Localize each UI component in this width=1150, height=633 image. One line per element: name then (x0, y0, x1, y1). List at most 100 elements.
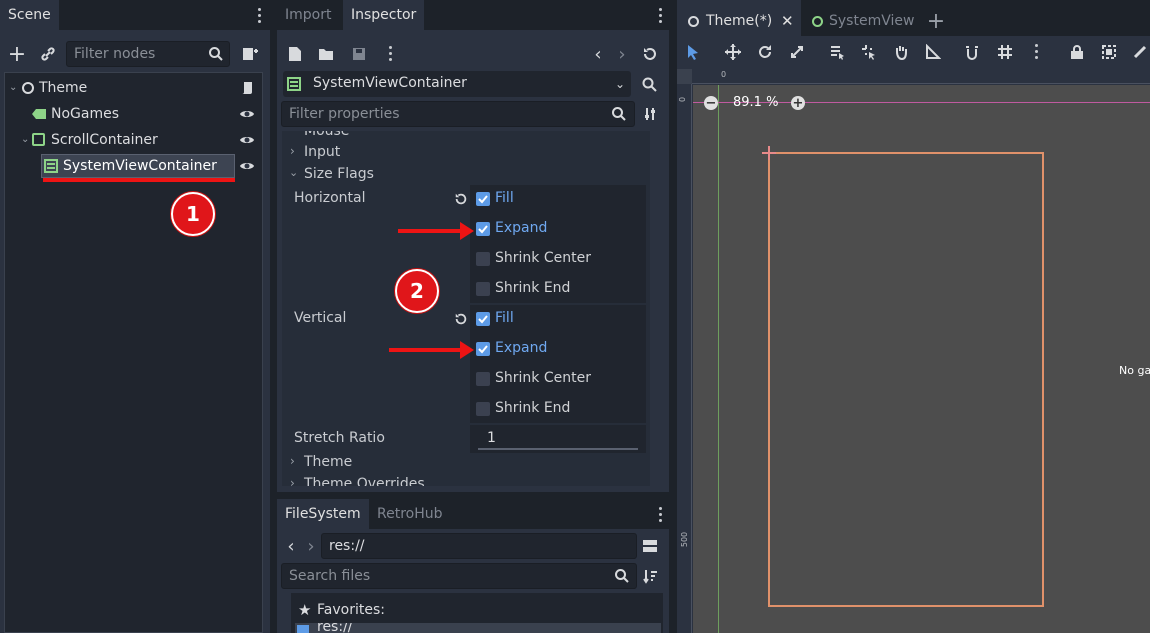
horizontal-shrink-center-checkbox[interactable] (476, 252, 490, 266)
tree-item-systemviewcontainer[interactable]: SystemViewContainer (63, 153, 217, 179)
tab-systemview-scene[interactable]: SystemView (801, 0, 921, 36)
tab-import[interactable]: Import (277, 0, 339, 30)
vertical-shrink-end-checkbox[interactable] (476, 402, 490, 416)
script-icon[interactable] (238, 79, 256, 97)
history-icon[interactable] (641, 45, 659, 63)
stretch-ratio-label: Stretch Ratio (294, 430, 385, 446)
pivot-handle-icon[interactable] (762, 146, 776, 160)
grid-snap-icon[interactable] (993, 40, 1017, 64)
tab-retrohub[interactable]: RetroHub (369, 499, 451, 529)
move-tool-icon[interactable] (721, 40, 745, 64)
new-resource-icon[interactable] (287, 45, 303, 63)
property-tools-icon[interactable] (641, 104, 661, 124)
scroll-collapse-icon[interactable]: ⌄ (21, 134, 29, 145)
layout-toggle-icon[interactable] (640, 536, 660, 556)
smart-snap-icon[interactable] (961, 40, 985, 64)
vertical-fill-label[interactable]: Fill (495, 310, 514, 326)
favorites-label: Favorites: (317, 602, 385, 618)
annotation-arrow (398, 222, 474, 240)
tab-filesystem[interactable]: FileSystem (277, 499, 369, 529)
tree-item-theme[interactable]: Theme (39, 75, 87, 101)
section-theme-overrides[interactable]: Theme Overrides (304, 476, 425, 486)
annotation-arrow (389, 341, 474, 359)
list-select-icon[interactable] (825, 40, 849, 64)
label-node-icon (32, 108, 46, 124)
property-list: Mouse Input Size Flags › ⌄ Horizontal Fi… (282, 131, 650, 486)
visibility-eye-icon[interactable] (239, 132, 255, 148)
zoom-in-button[interactable]: + (791, 96, 805, 110)
search-icon (207, 45, 225, 63)
close-icon[interactable]: ✕ (781, 0, 794, 42)
stretch-ratio-value[interactable]: 1 (487, 430, 496, 446)
horizontal-shrink-center-label[interactable]: Shrink Center (495, 250, 591, 266)
horizontal-fill-label[interactable]: Fill (495, 190, 514, 206)
vertical-shrink-center-checkbox[interactable] (476, 372, 490, 386)
theme-collapse-icon[interactable]: ⌄ (9, 82, 17, 93)
section-mouse[interactable]: Mouse (304, 131, 349, 139)
vertical-shrink-center-label[interactable]: Shrink Center (495, 370, 591, 386)
ruler-tool-icon[interactable] (921, 40, 945, 64)
rotate-tool-icon[interactable] (753, 40, 777, 64)
filesystem-menu-icon[interactable] (659, 507, 663, 523)
zoom-out-button[interactable]: − (704, 96, 718, 110)
chevron-down-icon[interactable]: ⌄ (613, 76, 627, 92)
horizontal-expand-label[interactable]: Expand (495, 220, 547, 236)
filter-nodes-input[interactable]: Filter nodes (66, 41, 230, 67)
vertical-expand-checkbox[interactable] (476, 342, 490, 356)
save-icon[interactable] (350, 45, 368, 63)
vertical-expand-label[interactable]: Expand (495, 340, 547, 356)
visibility-eye-icon[interactable] (239, 158, 255, 174)
tab-scene[interactable]: Scene (0, 0, 59, 30)
vertical-fill-checkbox[interactable] (476, 312, 490, 326)
inspector-tools-menu-icon[interactable] (389, 46, 393, 62)
vertical-label: Vertical (294, 310, 347, 326)
pivot-tool-icon[interactable] (857, 40, 881, 64)
horizontal-fill-checkbox[interactable] (476, 192, 490, 206)
stretch-ratio-slider[interactable] (478, 448, 638, 450)
forward-icon[interactable]: › (305, 536, 317, 557)
path-input[interactable]: res:// (321, 533, 637, 559)
filter-properties-input[interactable]: Filter properties (281, 101, 635, 127)
horizontal-expand-checkbox[interactable] (476, 222, 490, 236)
group-icon[interactable] (1097, 40, 1121, 64)
history-back-icon[interactable]: ‹ (591, 44, 605, 65)
search-files-input[interactable]: Search files (281, 563, 637, 589)
selected-node-outline[interactable] (768, 152, 1044, 607)
zoom-level[interactable]: 89.1 % (733, 95, 778, 110)
inspector-tabbar: Import Inspector (277, 0, 669, 30)
instance-scene-icon[interactable] (240, 44, 260, 64)
visibility-eye-icon[interactable] (239, 106, 255, 122)
tree-item-nogames[interactable]: NoGames (51, 101, 119, 127)
section-input[interactable]: Input (304, 144, 340, 160)
select-tool-icon[interactable] (681, 40, 705, 64)
history-forward-icon[interactable]: › (615, 44, 629, 65)
res-folder-label: res:// (317, 623, 353, 633)
horizontal-shrink-end-checkbox[interactable] (476, 282, 490, 296)
link-icon[interactable] (38, 44, 58, 64)
vertical-shrink-end-label[interactable]: Shrink End (495, 400, 570, 416)
tab-inspector[interactable]: Inspector (343, 0, 425, 30)
canvas-viewport[interactable]: − 89.1 % + No ga (693, 85, 1150, 633)
control-circle-icon (22, 82, 34, 94)
scale-tool-icon[interactable] (785, 40, 809, 64)
open-folder-icon[interactable] (317, 45, 335, 63)
docs-icon[interactable] (639, 74, 661, 96)
add-tab-icon[interactable]: + (927, 9, 945, 34)
back-icon[interactable]: ‹ (285, 536, 297, 557)
add-node-icon[interactable]: + (7, 42, 27, 67)
revert-icon[interactable] (453, 311, 469, 327)
inspector-menu-icon[interactable] (659, 8, 663, 24)
pan-tool-icon[interactable] (889, 40, 913, 64)
horizontal-shrink-end-label[interactable]: Shrink End (495, 280, 570, 296)
section-size-flags[interactable]: Size Flags (304, 166, 374, 182)
snap-options-icon[interactable] (1035, 44, 1039, 60)
tab-theme-scene[interactable]: Theme(*) ✕ (677, 0, 801, 36)
tree-item-scrollcontainer[interactable]: ScrollContainer (51, 127, 158, 153)
lock-icon[interactable] (1065, 40, 1089, 64)
sort-icon[interactable] (640, 566, 660, 586)
section-theme[interactable]: Theme (304, 454, 352, 470)
bone-tool-icon[interactable] (1129, 40, 1150, 64)
scene-menu-icon[interactable] (258, 8, 262, 24)
res-folder-row[interactable]: res:// (295, 623, 661, 633)
revert-icon[interactable] (453, 191, 469, 207)
